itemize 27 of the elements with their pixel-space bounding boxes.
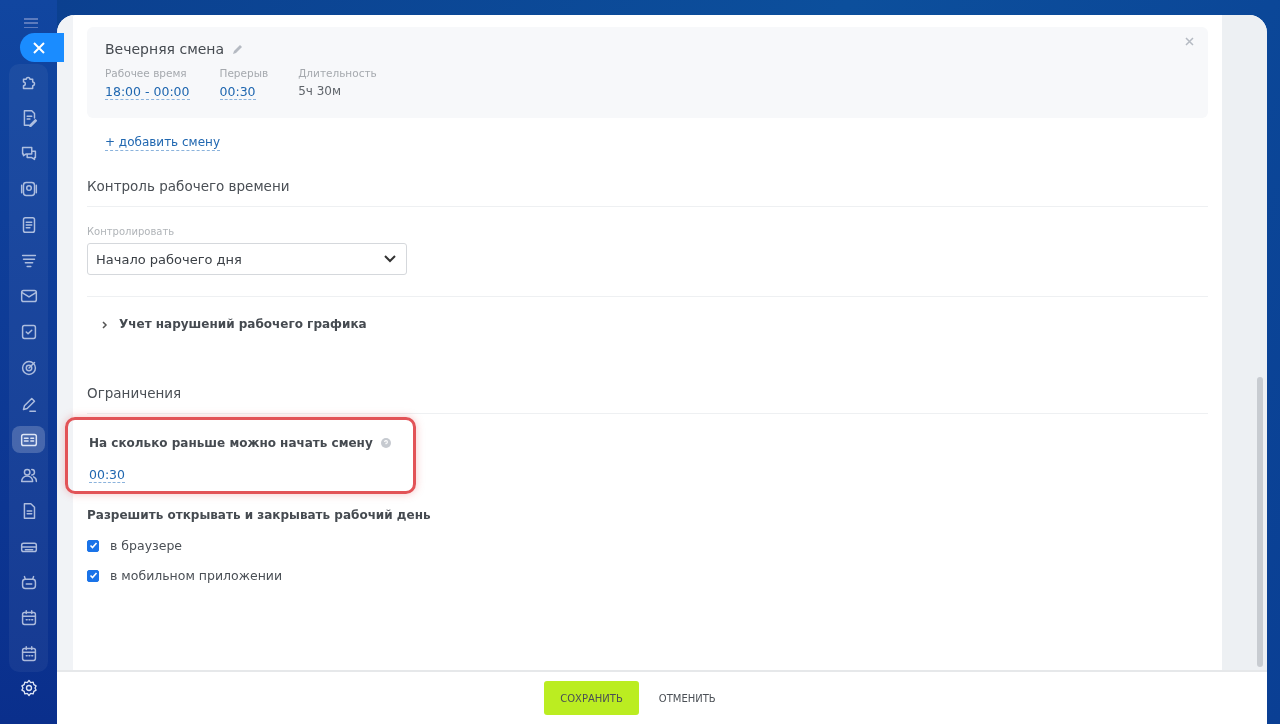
control-dropdown[interactable]: Начало рабочего дня <box>87 243 407 275</box>
time-link[interactable]: 00:30 <box>219 84 256 100</box>
field-label: На сколько раньше можно начать смену <box>89 436 373 450</box>
cancel-button[interactable]: ОТМЕНИТЬ <box>644 681 730 715</box>
close-button[interactable] <box>20 33 64 62</box>
shift-title: Вечерняя смена <box>105 41 225 57</box>
close-icon <box>33 41 45 54</box>
field-label: Разрешить открывать и закрывать рабочий день <box>87 508 431 522</box>
field-label: Перерыв <box>219 67 269 79</box>
settings-icon[interactable] <box>18 678 39 698</box>
checkbox-label: в браузере <box>110 538 182 553</box>
section-title: Контроль рабочего времени <box>87 178 290 194</box>
checkbox[interactable] <box>87 569 99 582</box>
field-label: Контролировать <box>87 226 175 237</box>
checkbox[interactable] <box>87 539 99 552</box>
time-link[interactable]: 18:00 - 00:00 <box>105 84 190 100</box>
field-label: Длительность <box>298 67 377 79</box>
section-toggle[interactable]: Учет нарушений рабочего графика <box>119 316 367 331</box>
field-value: 5ч 30м <box>298 84 341 98</box>
checkbox-label: в мобильном приложении <box>110 568 283 583</box>
section-title: Ограничения <box>87 385 182 401</box>
add-shift-link[interactable]: + добавить смену <box>105 135 220 151</box>
scrollbar[interactable] <box>1257 377 1263 667</box>
time-link[interactable]: 00:30 <box>89 467 126 483</box>
id-card-icon[interactable] <box>12 425 45 454</box>
field-label: Рабочее время <box>105 67 187 79</box>
save-button[interactable]: СОХРАНИТЬ <box>544 681 639 715</box>
